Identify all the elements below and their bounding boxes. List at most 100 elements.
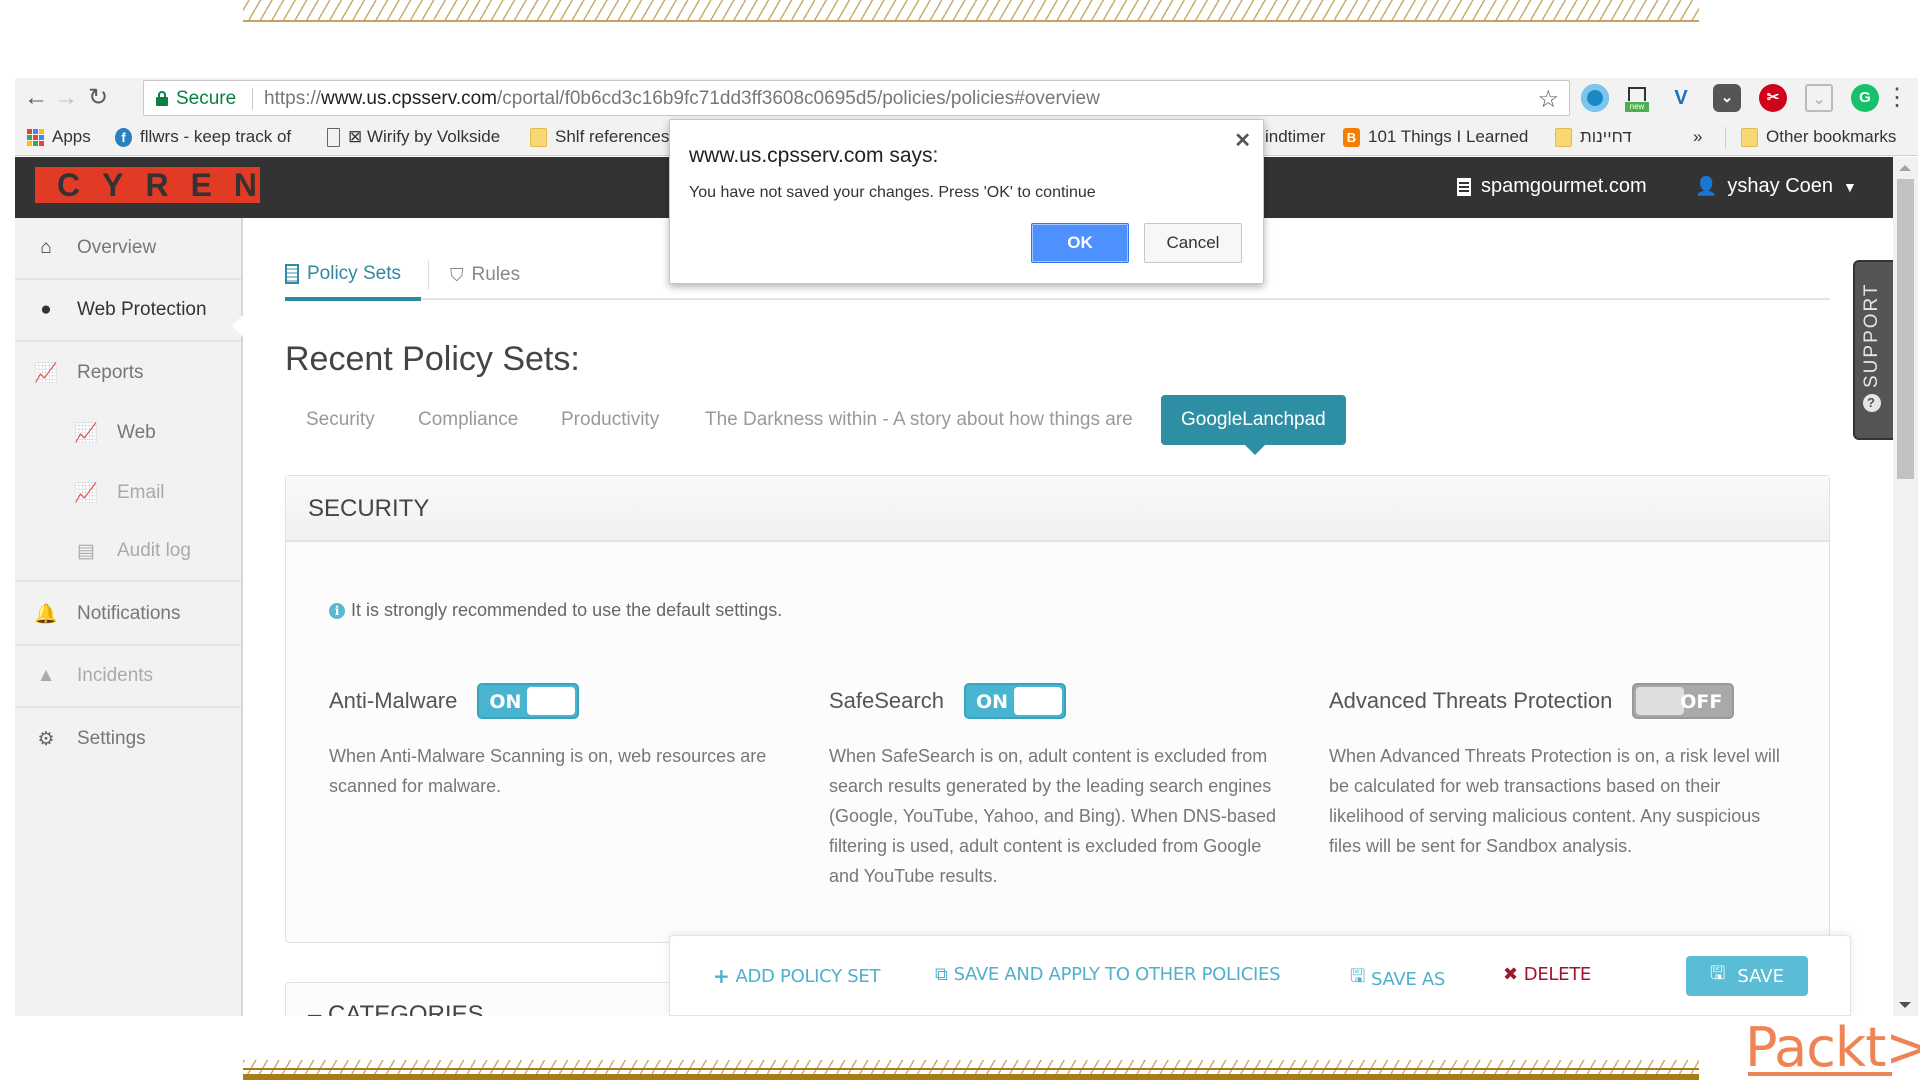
user-menu[interactable]: 👤 yshay Coen ▼ bbox=[1695, 175, 1857, 198]
sidebar-item-incidents[interactable]: ▲ Incidents bbox=[15, 646, 241, 708]
add-policy-set-button[interactable]: + ADD POLICY SET bbox=[713, 964, 880, 988]
screen-capture-extension-icon[interactable]: new bbox=[1623, 84, 1651, 112]
tab-policy-sets[interactable]: Policy Sets bbox=[285, 250, 421, 301]
cyren-logo[interactable]: CYREN bbox=[35, 167, 260, 203]
sidebar-item-email[interactable]: 📈 Email bbox=[15, 462, 241, 524]
save-as-button[interactable]: 🖫 SAVE AS bbox=[1350, 964, 1445, 994]
bookmark-hebrew-folder[interactable]: דחיינות bbox=[1555, 127, 1632, 147]
toggle-state: ON bbox=[489, 691, 522, 713]
scissors-extension-icon[interactable]: ✂ bbox=[1759, 84, 1787, 112]
feature-advanced-threats: Advanced Threats Protection OFF When Adv… bbox=[1329, 681, 1789, 861]
toggle-knob bbox=[1013, 687, 1062, 715]
action-label: SAVE AND APPLY TO OTHER POLICIES bbox=[953, 964, 1281, 985]
feature-description: When Anti-Malware Scanning is on, web re… bbox=[329, 746, 767, 796]
default-settings-hint: i It is strongly recommended to use the … bbox=[329, 600, 782, 621]
bookmark-fllwrs[interactable]: f fllwrs - keep track of bbox=[115, 127, 291, 147]
question-icon: ? bbox=[1863, 394, 1881, 412]
sidebar-item-notifications[interactable]: 🔔 Notifications bbox=[15, 584, 241, 646]
sidebar-item-overview[interactable]: ⌂ Overview bbox=[15, 218, 241, 280]
url-text[interactable]: https://www.us.cpsserv.com/cportal/f0b6c… bbox=[264, 88, 1100, 110]
x-icon: ✖ bbox=[1503, 964, 1518, 985]
sidebar-item-label: Overview bbox=[77, 237, 157, 258]
delete-button[interactable]: ✖ DELETE bbox=[1503, 964, 1591, 985]
active-item-notch bbox=[232, 310, 248, 342]
home-icon: ⌂ bbox=[40, 237, 52, 258]
page-scrollbar[interactable] bbox=[1893, 157, 1918, 1016]
sidebar-item-label: Web Protection bbox=[77, 299, 207, 320]
cancel-button[interactable]: Cancel bbox=[1144, 223, 1242, 263]
action-label: DELETE bbox=[1523, 964, 1592, 985]
url-host: www.us.cpsserv.com bbox=[321, 88, 497, 109]
lock-icon bbox=[156, 91, 168, 106]
decorative-stripe-bottom bbox=[243, 1060, 1699, 1074]
sidebar-item-label: Reports bbox=[77, 362, 144, 383]
secure-label: Secure bbox=[176, 88, 237, 109]
bookmark-label: Other bookmarks bbox=[1766, 127, 1897, 146]
address-bar[interactable]: Secure https://www.us.cpsserv.com/cporta… bbox=[143, 80, 1570, 116]
forward-arrow-icon[interactable]: → bbox=[53, 84, 79, 112]
account-name: spamgourmet.com bbox=[1481, 175, 1647, 197]
bookmark-apps[interactable]: Apps bbox=[27, 127, 91, 147]
sidebar-item-web-protection[interactable]: ● Web Protection bbox=[15, 280, 241, 342]
scroll-down-arrow-icon[interactable] bbox=[1899, 1002, 1911, 1008]
feature-name: SafeSearch bbox=[829, 688, 944, 713]
bell-icon: 🔔 bbox=[34, 604, 58, 625]
packt-watermark: Packt> bbox=[1745, 1016, 1920, 1079]
page-icon bbox=[327, 127, 340, 147]
floppy-icon: 🖫 bbox=[1350, 966, 1366, 987]
floppy-icon: 🖫 bbox=[1710, 963, 1726, 984]
sidebar-item-label: Incidents bbox=[77, 665, 154, 686]
bookmark-101-things[interactable]: B 101 Things I Learned bbox=[1343, 127, 1528, 147]
bookmark-shlf[interactable]: Shlf references bbox=[530, 127, 669, 147]
close-icon[interactable]: ✕ bbox=[1234, 128, 1251, 153]
save-apply-button[interactable]: ⧉ SAVE AND APPLY TO OTHER POLICIES bbox=[935, 964, 1281, 985]
tab-rules[interactable]: ⛉ Rules bbox=[450, 250, 520, 300]
scroll-up-arrow-icon[interactable] bbox=[1899, 165, 1911, 171]
info-icon: i bbox=[329, 602, 345, 619]
plus-icon: + bbox=[713, 964, 730, 988]
policy-set-compliance[interactable]: Compliance bbox=[398, 395, 538, 445]
safesearch-toggle[interactable]: ON bbox=[963, 683, 1066, 719]
browser-toolbar: ← → ↻ Secure https://www.us.cpsserv.com/… bbox=[15, 78, 1918, 119]
sidebar-item-reports[interactable]: 📈 Reports bbox=[15, 342, 241, 404]
toggle-state: ON bbox=[975, 691, 1009, 713]
support-tab[interactable]: ? SUPPORT bbox=[1853, 260, 1895, 440]
policy-set-productivity[interactable]: Productivity bbox=[541, 395, 679, 445]
sidebar-item-web[interactable]: 📈 Web bbox=[15, 402, 241, 464]
v-extension-icon[interactable]: V bbox=[1667, 84, 1695, 112]
chart-icon: 📈 bbox=[34, 363, 58, 384]
policy-set-security[interactable]: Security bbox=[286, 395, 395, 445]
anti-malware-toggle[interactable]: ON bbox=[477, 683, 580, 719]
sidebar-item-audit-log[interactable]: ▤ Audit log bbox=[15, 522, 241, 582]
eye-extension-icon[interactable] bbox=[1581, 84, 1609, 112]
browser-menu-icon[interactable]: ⋮ bbox=[1885, 84, 1909, 112]
advanced-threats-toggle[interactable]: OFF bbox=[1632, 683, 1735, 719]
bookmark-label: ⊠ Wirify by Volkside bbox=[348, 127, 501, 146]
action-bar: + ADD POLICY SET ⧉ SAVE AND APPLY TO OTH… bbox=[669, 935, 1851, 1016]
bookmarks-overflow[interactable]: » bbox=[1693, 127, 1702, 147]
active-pill-pointer bbox=[1245, 445, 1265, 455]
ok-button[interactable]: OK bbox=[1031, 223, 1129, 263]
account-selector[interactable]: spamgourmet.com bbox=[1457, 175, 1647, 198]
sidebar-item-settings[interactable]: ⚙ Settings bbox=[15, 708, 241, 770]
policy-set-googlelanchpad[interactable]: GoogleLanchpad bbox=[1161, 395, 1346, 445]
save-button[interactable]: 🖫 SAVE bbox=[1686, 956, 1808, 996]
fllwrs-icon: f bbox=[115, 127, 132, 147]
policy-set-darkness[interactable]: The Darkness within - A story about how … bbox=[685, 395, 1153, 445]
inbox-extension-icon[interactable]: ⌄ bbox=[1805, 84, 1833, 112]
bookmark-star-icon[interactable]: ☆ bbox=[1537, 85, 1559, 114]
warning-icon: ▲ bbox=[36, 665, 56, 686]
security-panel-title: SECURITY bbox=[286, 476, 1829, 542]
new-badge: new bbox=[1625, 102, 1649, 112]
page-title: Recent Policy Sets: bbox=[285, 340, 580, 378]
bookmark-mindtimer[interactable]: indtimer bbox=[1265, 127, 1325, 147]
other-bookmarks[interactable]: Other bookmarks bbox=[1741, 127, 1896, 147]
grammarly-icon[interactable]: G bbox=[1851, 84, 1879, 112]
bookmark-wirify[interactable]: ⊠ Wirify by Volkside bbox=[327, 127, 500, 147]
back-arrow-icon[interactable]: ← bbox=[23, 84, 49, 112]
support-label: SUPPORT bbox=[1861, 282, 1882, 388]
pocket-icon[interactable]: ⌄ bbox=[1713, 84, 1741, 112]
reload-icon[interactable]: ↻ bbox=[85, 84, 111, 112]
scroll-thumb[interactable] bbox=[1897, 179, 1914, 479]
toggle-knob bbox=[1636, 687, 1685, 715]
